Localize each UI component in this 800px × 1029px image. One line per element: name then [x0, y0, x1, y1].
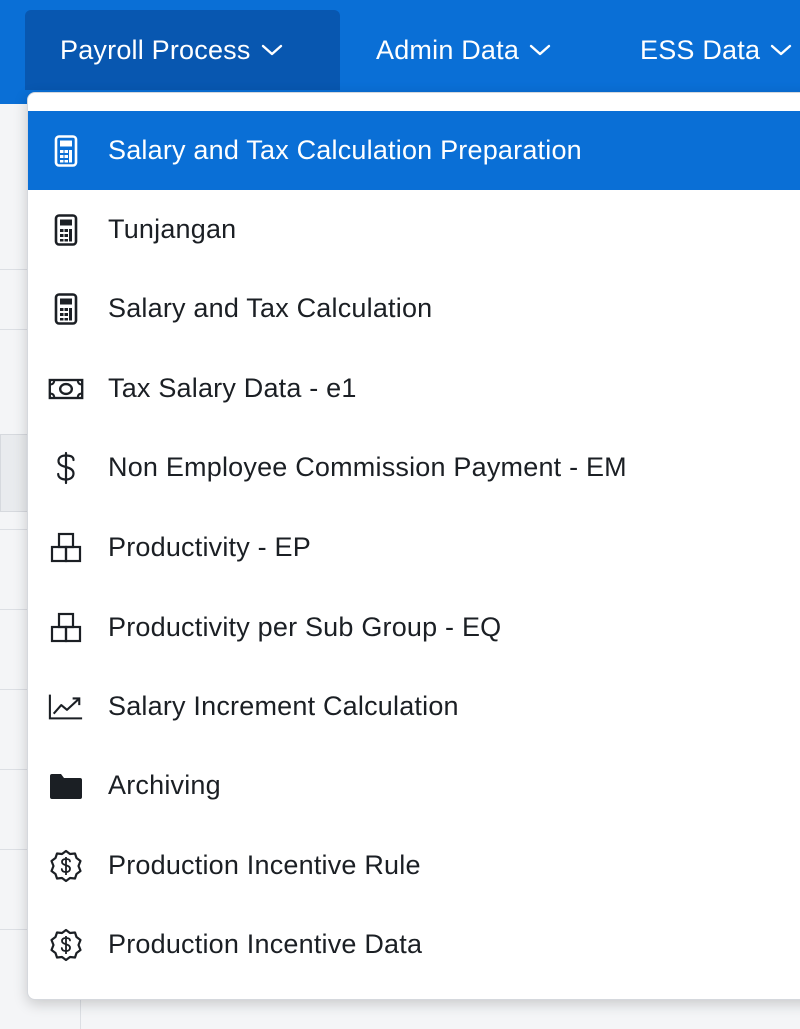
dollar-sign-icon [48, 450, 84, 486]
divider [0, 689, 30, 690]
menu-item-label: Salary and Tax Calculation Preparation [108, 135, 582, 165]
divider [0, 269, 30, 270]
dollar-badge-icon [48, 927, 84, 963]
menu-item-salary-tax-calculation[interactable]: Salary and Tax Calculation [28, 269, 800, 348]
menu-item-production-incentive-rule[interactable]: Production Incentive Rule [28, 826, 800, 905]
divider [0, 329, 30, 330]
divider [80, 1000, 81, 1029]
dollar-badge-icon [48, 848, 84, 884]
calculator-icon [48, 212, 84, 248]
boxes-icon [48, 610, 84, 646]
menu-item-label: Salary and Tax Calculation [108, 293, 433, 323]
tab-payroll-process[interactable]: Payroll Process [25, 10, 340, 90]
menu-item-archiving[interactable]: Archiving [28, 746, 800, 825]
menu-item-salary-tax-calc-preparation[interactable]: Salary and Tax Calculation Preparation [28, 111, 800, 190]
tab-label: Admin Data [376, 34, 520, 65]
calculator-icon [48, 291, 84, 327]
menu-item-label: Tax Salary Data - e1 [108, 373, 357, 403]
tab-ess-data[interactable]: ESS Data [640, 10, 792, 90]
payroll-process-dropdown-menu: Salary and Tax Calculation Preparation T… [27, 92, 800, 1000]
top-nav-bar: Payroll Process Admin Data ESS Data [0, 0, 800, 104]
menu-item-label: Production Incentive Data [108, 929, 423, 959]
background-panel [0, 434, 30, 512]
folder-icon [48, 768, 84, 804]
menu-item-label: Productivity - EP [108, 532, 311, 562]
menu-item-label: Salary Increment Calculation [108, 691, 459, 721]
menu-item-label: Non Employee Commission Payment - EM [108, 452, 627, 482]
menu-item-productivity-ep[interactable]: Productivity - EP [28, 508, 800, 587]
menu-item-label: Tunjangan [108, 214, 237, 244]
divider [0, 529, 30, 530]
menu-item-tunjangan[interactable]: Tunjangan [28, 190, 800, 269]
menu-item-salary-increment-calculation[interactable]: Salary Increment Calculation [28, 667, 800, 746]
menu-item-label: Production Incentive Rule [108, 850, 421, 880]
chevron-down-icon [529, 43, 551, 57]
chevron-down-icon [261, 43, 283, 57]
menu-item-production-incentive-data[interactable]: Production Incentive Data [28, 905, 800, 984]
boxes-icon [48, 530, 84, 566]
tab-admin-data[interactable]: Admin Data [376, 10, 551, 90]
menu-item-label: Archiving [108, 770, 221, 800]
divider [0, 929, 30, 930]
menu-item-label: Productivity per Sub Group - EQ [108, 612, 502, 642]
calculator-icon [48, 133, 84, 169]
trend-chart-icon [48, 689, 84, 725]
tab-label: Payroll Process [60, 34, 251, 65]
tab-label: ESS Data [640, 34, 761, 65]
divider [0, 769, 30, 770]
divider [0, 609, 30, 610]
money-bill-icon [48, 371, 84, 407]
menu-item-tax-salary-data-e1[interactable]: Tax Salary Data - e1 [28, 349, 800, 428]
divider [0, 849, 30, 850]
chevron-down-icon [770, 43, 792, 57]
menu-item-productivity-per-sub-group-eq[interactable]: Productivity per Sub Group - EQ [28, 588, 800, 667]
menu-item-non-employee-commission[interactable]: Non Employee Commission Payment - EM [28, 428, 800, 507]
